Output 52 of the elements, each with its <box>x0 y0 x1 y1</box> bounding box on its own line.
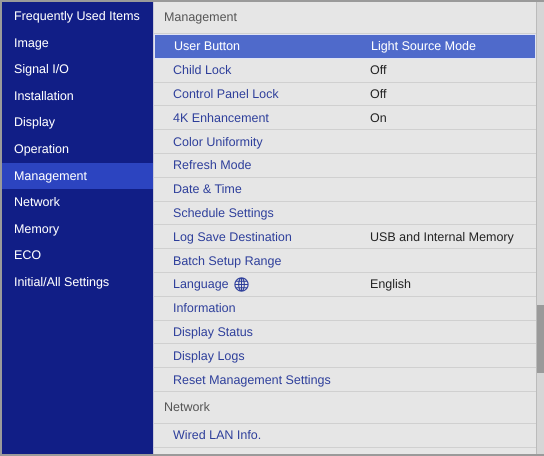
setting-label: Child Lock <box>173 63 232 78</box>
setting-label: Log Save Destination <box>173 230 292 244</box>
scrollbar-thumb[interactable] <box>537 305 544 373</box>
setting-value: USB and Internal Memory <box>370 230 514 244</box>
sidebar-item[interactable]: Installation <box>2 82 153 110</box>
setting-value: English <box>370 277 411 292</box>
setting-value: Light Source Mode <box>371 39 476 54</box>
globe-icon <box>234 276 249 292</box>
menu-row[interactable]: Date & Time <box>154 178 536 202</box>
sidebar-item[interactable]: Display <box>2 109 153 136</box>
menu-row[interactable]: 4K Enhancement On <box>154 106 536 130</box>
menu-row[interactable]: Log Save Destination USB and Internal Memory <box>154 225 536 250</box>
menu-row[interactable]: Color Uniformity <box>154 130 536 154</box>
section-header: Network <box>154 392 536 424</box>
menu-row[interactable]: User Button Light Source Mode <box>154 34 536 59</box>
menu-row[interactable]: Refresh Mode <box>154 154 536 178</box>
setting-label: Reset Management Settings <box>173 372 331 387</box>
setting-label: Refresh Mode <box>173 158 252 172</box>
setting-label: Information <box>173 301 236 316</box>
setting-value: On <box>370 110 387 125</box>
sidebar-item[interactable]: Management <box>2 162 153 190</box>
menu-row[interactable]: Reset Management Settings <box>154 368 536 392</box>
setting-value: Off <box>370 63 386 78</box>
menu-row[interactable]: Language English <box>154 272 536 297</box>
setting-label: 4K Enhancement <box>173 110 269 125</box>
setting-label: Display Status <box>173 324 253 339</box>
setting-label: Batch Setup Range <box>173 254 282 268</box>
sidebar-item[interactable]: Memory <box>2 216 153 242</box>
sidebar-item[interactable]: Network <box>2 189 153 216</box>
sidebar-item[interactable]: Signal I/O <box>2 56 153 83</box>
sidebar-item[interactable]: ECO <box>2 242 153 269</box>
menu-row[interactable]: Wired LAN Info. <box>154 424 536 448</box>
setting-label: Color Uniformity <box>173 134 263 149</box>
setting-label: Language <box>173 277 229 292</box>
menu-row[interactable]: Schedule Settings <box>154 202 536 226</box>
menu-row[interactable]: Control Panel Lock Off <box>154 82 536 106</box>
setting-label: Date & Time <box>173 182 242 196</box>
menu-row[interactable]: Child Lock Off <box>154 58 536 83</box>
setting-label: Display Logs <box>173 348 245 363</box>
setting-value: Off <box>370 86 386 101</box>
sidebar-item[interactable]: Frequently Used Items <box>2 3 153 30</box>
setting-label: Schedule Settings <box>173 206 274 220</box>
setting-label: Wired LAN Info. <box>173 428 262 442</box>
menu-row[interactable]: Display Status <box>154 320 536 344</box>
menu-row[interactable]: Batch Setup Range <box>154 249 536 273</box>
setting-label: Control Panel Lock <box>173 86 279 101</box>
menu-row[interactable]: Information <box>154 296 536 321</box>
sidebar-item[interactable]: Image <box>2 30 153 56</box>
setting-label: User Button <box>174 39 240 54</box>
menu-row[interactable]: Display Logs <box>154 344 536 368</box>
sidebar-item[interactable]: Initial/All Settings <box>2 268 153 296</box>
sidebar-item[interactable]: Operation <box>2 136 153 163</box>
